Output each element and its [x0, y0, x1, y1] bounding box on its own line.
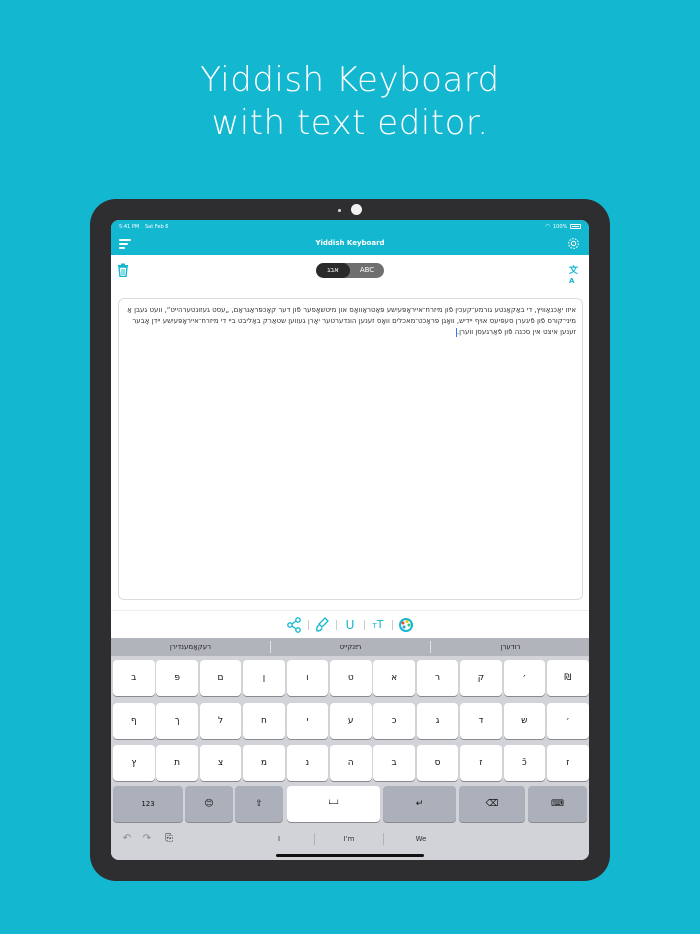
letter-key[interactable]: ע: [330, 703, 372, 739]
letter-key[interactable]: י: [286, 703, 329, 739]
letter-key[interactable]: ן: [243, 660, 285, 696]
letter-key[interactable]: ש: [503, 703, 546, 739]
app-title: Yiddish Keyboard: [315, 239, 385, 247]
predictive-divider: [314, 833, 315, 845]
gear-icon[interactable]: [567, 237, 580, 250]
front-camera: [351, 204, 362, 215]
battery-icon: [570, 224, 581, 229]
nav-bar: Yiddish Keyboard: [111, 233, 589, 255]
status-bar: 5:41 PM Sat Feb 6 ◠ 100%: [111, 220, 589, 233]
paste-icon[interactable]: ⎘: [163, 833, 175, 845]
letter-key[interactable]: ׳: [547, 703, 589, 739]
letter-key[interactable]: ם: [199, 660, 242, 696]
editor-content: איזו יאָכנאַוויץ, די באַקאַנטע גורמע־קעכ…: [127, 306, 576, 337]
letter-key[interactable]: ₪: [547, 660, 589, 696]
letter-key[interactable]: ו: [286, 660, 329, 696]
letter-key[interactable]: ג: [416, 703, 459, 739]
return-icon[interactable]: ↵: [383, 786, 456, 822]
letter-key[interactable]: כ: [373, 703, 415, 739]
format-divider: [392, 620, 393, 630]
headline-line-2: with text editor.: [211, 103, 489, 143]
segment-english[interactable]: ABC: [350, 263, 384, 278]
format-bar: U TT: [111, 610, 589, 637]
shift-icon[interactable]: ⇧: [235, 786, 283, 822]
text-size-icon[interactable]: TT: [369, 616, 387, 634]
letter-key[interactable]: ף: [113, 703, 155, 739]
app-screen: 5:41 PM Sat Feb 6 ◠ 100% Yiddish Keyboar…: [111, 220, 589, 860]
letter-key[interactable]: ב: [373, 745, 415, 781]
letter-key[interactable]: נ: [286, 745, 329, 781]
letter-key[interactable]: ס: [416, 745, 459, 781]
suggestion-item[interactable]: רײַנקייט: [271, 638, 430, 656]
letter-key[interactable]: ץ: [113, 745, 155, 781]
format-divider: [308, 620, 309, 630]
letter-key[interactable]: ב: [113, 660, 155, 696]
letter-key[interactable]: ל: [199, 703, 242, 739]
emoji-icon[interactable]: 😊: [185, 786, 233, 822]
letter-key[interactable]: כֿ: [503, 745, 546, 781]
editor-toolbar: אבג ABC 文A: [111, 255, 589, 285]
keyboard-language-toggle[interactable]: אבג ABC: [316, 263, 384, 278]
underline-icon[interactable]: U: [341, 616, 359, 634]
underline-glyph: U: [345, 618, 355, 632]
space-key[interactable]: └─┘: [287, 786, 380, 822]
letter-key[interactable]: ז: [460, 745, 502, 781]
status-date: Sat Feb 6: [145, 224, 169, 230]
predictive-word[interactable]: We: [391, 833, 451, 845]
letter-key[interactable]: ר: [416, 660, 459, 696]
letter-key[interactable]: פּ: [156, 660, 198, 696]
letter-key[interactable]: צ: [199, 745, 242, 781]
numbers-key[interactable]: 123: [113, 786, 183, 822]
format-divider: [364, 620, 365, 630]
format-divider: [336, 620, 337, 630]
color-picker-icon[interactable]: [397, 616, 415, 634]
predictive-divider: [383, 833, 384, 845]
share-icon[interactable]: [285, 616, 303, 634]
text-editor[interactable]: איזו יאָכנאַוויץ, די באַקאַנטע גורמע־קעכ…: [118, 298, 583, 600]
keyboard: רעקאָמענדירן רײַנקייט רודערן ב פּ ם ן ו ט א ר ק ׳…: [111, 638, 589, 860]
segment-yiddish[interactable]: אבג: [316, 263, 350, 278]
brush-icon[interactable]: [313, 616, 331, 634]
letter-key[interactable]: ה: [330, 745, 372, 781]
wifi-icon: ◠: [545, 223, 551, 230]
letter-key[interactable]: ח: [243, 703, 285, 739]
hide-keyboard-icon[interactable]: ⌨: [528, 786, 587, 822]
shortcuts-bar: ↶ ↷ ⎘ I I'm We: [111, 826, 589, 860]
redo-icon[interactable]: ↷: [141, 833, 153, 845]
headline-line-1: Yiddish Keyboard: [200, 60, 500, 100]
letter-key[interactable]: ך: [156, 703, 198, 739]
letter-key[interactable]: ז: [547, 745, 589, 781]
text-size-glyph: T: [376, 618, 384, 631]
suggestion-item[interactable]: רעקאָמענדירן: [111, 638, 270, 656]
home-indicator[interactable]: [276, 854, 424, 857]
suggestion-bar: רעקאָמענדירן רײַנקייט רודערן: [111, 638, 589, 656]
suggestion-item[interactable]: רודערן: [431, 638, 589, 656]
letter-key[interactable]: ת: [156, 745, 198, 781]
battery-percent: 100%: [553, 224, 568, 230]
delete-icon[interactable]: ⌫: [459, 786, 525, 822]
letter-key[interactable]: מ: [243, 745, 285, 781]
sensor-dot: [338, 209, 341, 212]
letter-key[interactable]: ׳: [503, 660, 546, 696]
letter-key[interactable]: א: [373, 660, 415, 696]
letter-key[interactable]: ט: [330, 660, 372, 696]
predictive-word[interactable]: I'm: [319, 833, 379, 845]
letter-key[interactable]: ק: [460, 660, 502, 696]
trash-icon[interactable]: [117, 263, 129, 277]
letter-key[interactable]: ד: [460, 703, 502, 739]
predictive-word[interactable]: I: [249, 833, 309, 845]
translate-icon[interactable]: 文A: [569, 263, 583, 285]
undo-icon[interactable]: ↶: [121, 833, 133, 845]
status-time: 5:41 PM: [119, 224, 140, 230]
